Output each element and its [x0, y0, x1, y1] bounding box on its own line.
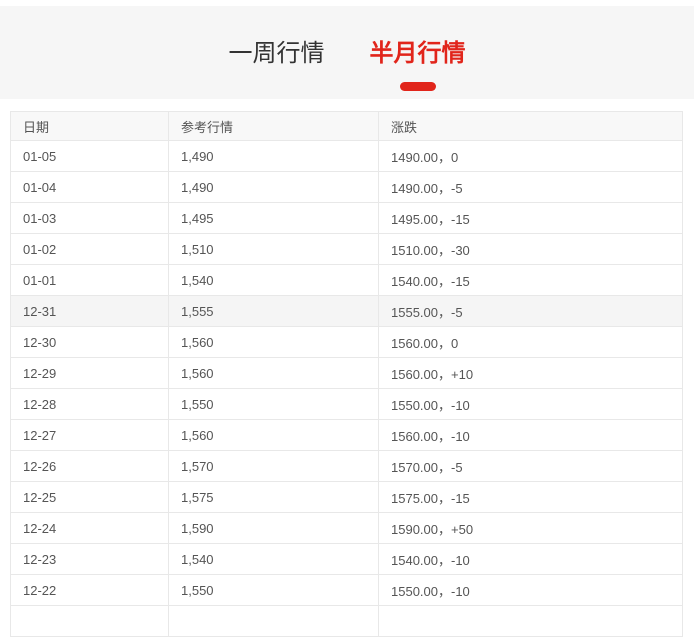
table-row: 12-26 1,570 1570.00，-5 — [10, 450, 683, 482]
quotes-table-panel: 日期 参考行情 涨跌 01-05 1,490 1490.00，0 01-04 1… — [10, 111, 684, 637]
date-cell: 12-26 — [10, 450, 169, 482]
change-cell: 1550.00，-10 — [378, 574, 683, 606]
reference-price-cell: 1,560 — [168, 326, 379, 358]
change-cell — [378, 605, 683, 637]
table-row: 12-22 1,550 1550.00，-10 — [10, 574, 683, 606]
table-body: 01-05 1,490 1490.00，0 01-04 1,490 1490.0… — [10, 140, 683, 637]
change-cell: 1560.00，+10 — [378, 357, 683, 389]
table-row: 12-25 1,575 1575.00，-15 — [10, 481, 683, 513]
date-cell: 12-30 — [10, 326, 169, 358]
reference-price-cell: 1,490 — [168, 140, 379, 172]
reference-price-cell — [168, 605, 379, 637]
date-cell: 12-22 — [10, 574, 169, 606]
table-row: 12-31 1,555 1555.00，-5 — [10, 295, 683, 327]
change-cell: 1495.00，-15 — [378, 202, 683, 234]
reference-price-cell: 1,570 — [168, 450, 379, 482]
date-cell: 12-23 — [10, 543, 169, 575]
date-cell: 01-03 — [10, 202, 169, 234]
tab-weekly-quotes[interactable]: 一周行情 — [229, 42, 325, 66]
reference-price-cell: 1,540 — [168, 543, 379, 575]
date-cell: 12-28 — [10, 388, 169, 420]
date-cell: 01-02 — [10, 233, 169, 265]
column-header-change: 涨跌 — [378, 111, 683, 141]
reference-price-cell: 1,560 — [168, 357, 379, 389]
quotes-table: 日期 参考行情 涨跌 01-05 1,490 1490.00，0 01-04 1… — [10, 111, 683, 637]
change-cell: 1560.00，-10 — [378, 419, 683, 451]
date-cell: 01-01 — [10, 264, 169, 296]
tab-weekly-quotes-label: 一周行情 — [228, 40, 325, 67]
change-cell: 1560.00，0 — [378, 326, 683, 358]
change-cell: 1490.00，-5 — [378, 171, 683, 203]
change-cell: 1570.00，-5 — [378, 450, 683, 482]
date-cell — [10, 605, 169, 637]
table-row: 01-04 1,490 1490.00，-5 — [10, 171, 683, 203]
change-cell: 1490.00，0 — [378, 140, 683, 172]
tab-halfmonth-quotes[interactable]: 半月行情 — [369, 40, 466, 91]
table-row: 12-23 1,540 1540.00，-10 — [10, 543, 683, 575]
reference-price-cell: 1,490 — [168, 171, 379, 203]
date-cell: 12-31 — [10, 295, 169, 327]
date-cell: 12-25 — [10, 481, 169, 513]
tab-bar: 一周行情 半月行情 — [0, 6, 694, 99]
reference-price-cell: 1,510 — [168, 233, 379, 265]
reference-price-cell: 1,575 — [168, 481, 379, 513]
reference-price-cell: 1,550 — [168, 388, 379, 420]
date-cell: 12-27 — [10, 419, 169, 451]
change-cell: 1540.00，-10 — [378, 543, 683, 575]
active-tab-underline — [399, 82, 436, 91]
table-row: 12-24 1,590 1590.00，+50 — [10, 512, 683, 544]
reference-price-cell: 1,560 — [168, 419, 379, 451]
date-cell: 12-24 — [10, 512, 169, 544]
tab-halfmonth-quotes-label: 半月行情 — [369, 40, 466, 67]
table-row: 01-01 1,540 1540.00，-15 — [10, 264, 683, 296]
reference-price-cell: 1,555 — [168, 295, 379, 327]
column-header-date: 日期 — [10, 111, 169, 141]
reference-price-cell: 1,590 — [168, 512, 379, 544]
table-row: 01-02 1,510 1510.00，-30 — [10, 233, 683, 265]
table-row — [10, 605, 683, 637]
reference-price-cell: 1,495 — [168, 202, 379, 234]
table-row: 12-28 1,550 1550.00，-10 — [10, 388, 683, 420]
column-header-reference-price: 参考行情 — [168, 111, 379, 141]
table-row: 01-03 1,495 1495.00，-15 — [10, 202, 683, 234]
change-cell: 1575.00，-15 — [378, 481, 683, 513]
change-cell: 1540.00，-15 — [378, 264, 683, 296]
table-row: 01-05 1,490 1490.00，0 — [10, 140, 683, 172]
table-row: 12-29 1,560 1560.00，+10 — [10, 357, 683, 389]
change-cell: 1590.00，+50 — [378, 512, 683, 544]
table-row: 12-27 1,560 1560.00，-10 — [10, 419, 683, 451]
table-row: 12-30 1,560 1560.00，0 — [10, 326, 683, 358]
change-cell: 1555.00，-5 — [378, 295, 683, 327]
reference-price-cell: 1,540 — [168, 264, 379, 296]
change-cell: 1510.00，-30 — [378, 233, 683, 265]
change-cell: 1550.00，-10 — [378, 388, 683, 420]
reference-price-cell: 1,550 — [168, 574, 379, 606]
table-header-row: 日期 参考行情 涨跌 — [10, 111, 683, 141]
date-cell: 01-04 — [10, 171, 169, 203]
date-cell: 12-29 — [10, 357, 169, 389]
date-cell: 01-05 — [10, 140, 169, 172]
